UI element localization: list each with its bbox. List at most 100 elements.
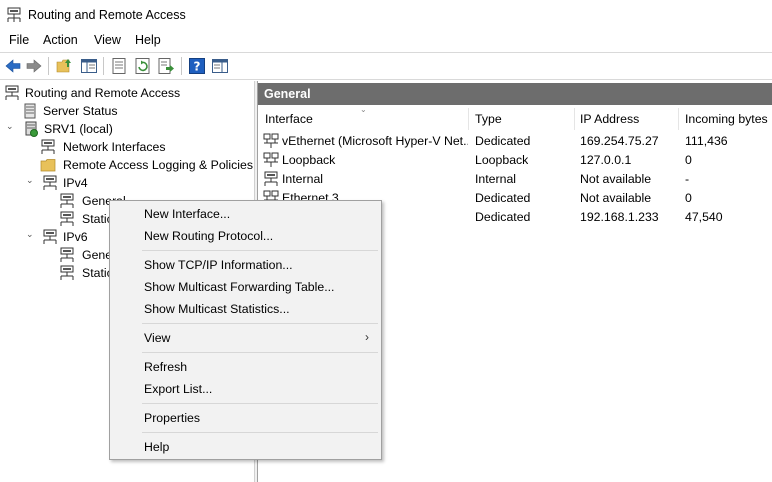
cell-type: Dedicated <box>475 134 531 148</box>
menu-separator <box>142 323 378 324</box>
server-icon <box>25 121 38 137</box>
menu-separator <box>142 352 378 353</box>
toolbar-separator <box>48 57 49 75</box>
up-folder-icon[interactable] <box>56 57 74 75</box>
network-interface-icon <box>263 133 279 148</box>
server-status-icon <box>24 103 36 119</box>
column-divider[interactable] <box>678 108 679 130</box>
menu-item-help[interactable]: Help <box>110 436 381 458</box>
chevron-right-icon: › <box>365 330 369 344</box>
tree-item-label: Routing and Remote Access <box>25 86 181 100</box>
routing-server-icon <box>5 85 19 100</box>
menu-divider <box>0 52 772 53</box>
chevron-down-icon[interactable]: ⌄ <box>26 175 38 187</box>
tree-item-ipv4[interactable]: ⌄ IPv4 <box>26 174 226 192</box>
column-header-type[interactable]: Type <box>475 112 502 126</box>
column-divider[interactable] <box>468 108 469 130</box>
network-interfaces-icon <box>41 139 55 154</box>
general-icon <box>60 193 74 208</box>
help-icon[interactable]: ? <box>188 57 206 75</box>
menu-item-label: Show Multicast Statistics... <box>144 302 290 316</box>
cell-incoming-bytes: 0 <box>685 191 692 205</box>
refresh-icon[interactable] <box>134 57 152 75</box>
tree-item-logging-policies[interactable]: Remote Access Logging & Policies <box>40 156 254 174</box>
tree-item-server-status[interactable]: Server Status <box>22 102 222 120</box>
menu-item-show-tcpip[interactable]: Show TCP/IP Information... <box>110 254 381 276</box>
menu-item-view[interactable]: View › <box>110 327 381 349</box>
menu-item-properties[interactable]: Properties <box>110 407 381 429</box>
column-divider[interactable] <box>574 108 575 130</box>
menu-item-export-list[interactable]: Export List... <box>110 378 381 400</box>
column-header-interface[interactable]: Interface <box>265 112 313 126</box>
static-routes-icon <box>60 211 74 226</box>
network-interface-icon <box>263 152 279 167</box>
network-interface-icon <box>264 171 278 186</box>
ipv6-icon <box>43 229 57 244</box>
toolbar-separator <box>181 57 182 75</box>
forward-arrow-icon[interactable] <box>25 57 43 75</box>
action-pane-icon[interactable] <box>211 57 229 75</box>
show-hide-tree-icon[interactable] <box>80 57 98 75</box>
column-headers: ⌄ Interface Type IP Address Incoming byt… <box>258 105 772 130</box>
back-arrow-icon[interactable] <box>4 57 22 75</box>
cell-incoming-bytes: 0 <box>685 153 692 167</box>
chevron-down-icon[interactable]: ⌄ <box>26 229 38 241</box>
cell-ip-address: Not available <box>580 172 652 186</box>
static-routes-icon <box>60 265 74 280</box>
tree-item-label: IPv6 <box>63 230 88 244</box>
column-header-incoming-bytes[interactable]: Incoming bytes <box>685 112 768 126</box>
menu-item-label: New Interface... <box>144 207 231 221</box>
menu-item-show-multicast-statistics[interactable]: Show Multicast Statistics... <box>110 298 381 320</box>
cell-type: Dedicated <box>475 191 531 205</box>
cell-incoming-bytes: 47,540 <box>685 210 723 224</box>
detail-header-title: General <box>264 87 311 101</box>
menu-help[interactable]: Help <box>133 33 163 47</box>
cell-interface: Loopback <box>282 153 336 167</box>
menu-item-label: Help <box>144 440 170 454</box>
toolbar-separator <box>103 57 104 75</box>
menu-item-label: Refresh <box>144 360 188 374</box>
column-header-ip-address[interactable]: IP Address <box>580 112 639 126</box>
menu-item-new-interface[interactable]: New Interface... <box>110 203 381 225</box>
menu-item-label: Properties <box>144 411 201 425</box>
tree-item-label: IPv4 <box>63 176 88 190</box>
detail-header: General <box>258 83 772 105</box>
cell-incoming-bytes: - <box>685 172 690 186</box>
menu-item-label: Show Multicast Forwarding Table... <box>144 280 335 294</box>
export-list-icon[interactable] <box>157 57 175 75</box>
menu-item-label: View <box>144 331 171 345</box>
tree-item-label: Remote Access Logging & Policies <box>63 158 254 172</box>
chevron-down-icon[interactable]: ⌄ <box>6 121 18 133</box>
table-row[interactable]: Loopback Loopback 127.0.0.1 0 <box>258 151 772 170</box>
general-icon <box>60 247 74 262</box>
toolbar-divider <box>0 79 772 80</box>
menu-item-refresh[interactable]: Refresh <box>110 356 381 378</box>
tree-item-routing-root[interactable]: Routing and Remote Access <box>4 84 249 102</box>
cell-type: Loopback <box>475 153 529 167</box>
svg-text:?: ? <box>194 60 201 74</box>
cell-interface: vEthernet (Microsoft Hyper-V Net... <box>282 134 468 148</box>
cell-incoming-bytes: 111,436 <box>685 134 728 148</box>
menu-item-show-multicast-forwarding[interactable]: Show Multicast Forwarding Table... <box>110 276 381 298</box>
menu-item-label: Show TCP/IP Information... <box>144 258 293 272</box>
window-title: Routing and Remote Access <box>28 8 186 22</box>
sort-arrow-icon: ⌄ <box>360 105 367 114</box>
table-row[interactable]: vEthernet (Microsoft Hyper-V Net... Dedi… <box>258 132 772 151</box>
title-bar: Routing and Remote Access <box>0 0 772 30</box>
cell-type: Internal <box>475 172 517 186</box>
cell-ip-address: Not available <box>580 191 652 205</box>
menu-item-new-routing-protocol[interactable]: New Routing Protocol... <box>110 225 381 247</box>
tree-item-srv1[interactable]: ⌄ SRV1 (local) <box>6 120 206 138</box>
routing-app-icon <box>7 7 21 22</box>
menu-bar: File Action View Help <box>0 31 772 51</box>
cell-ip-address: 192.168.1.233 <box>580 210 659 224</box>
properties-icon[interactable] <box>110 57 128 75</box>
menu-action[interactable]: Action <box>41 33 80 47</box>
cell-ip-address: 169.254.75.27 <box>580 134 659 148</box>
menu-view[interactable]: View <box>92 33 123 47</box>
cell-interface: Internal <box>282 172 324 186</box>
tree-item-network-interfaces[interactable]: Network Interfaces <box>40 138 240 156</box>
context-menu: New Interface... New Routing Protocol...… <box>109 200 382 460</box>
menu-file[interactable]: File <box>7 33 31 47</box>
table-row[interactable]: Internal Internal Not available - <box>258 170 772 189</box>
